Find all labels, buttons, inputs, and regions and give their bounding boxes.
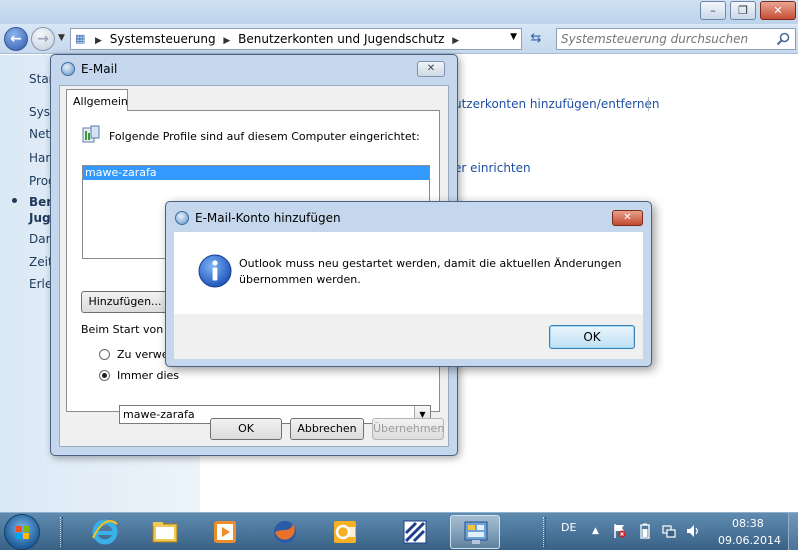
volume-icon[interactable] [686, 523, 700, 539]
breadcrumb-separator[interactable]: ▶ [452, 36, 459, 46]
windows-logo-icon [16, 526, 29, 539]
profile-item-selected[interactable]: mawe-zarafa [83, 166, 429, 180]
ok-button[interactable]: OK [549, 325, 635, 349]
profiles-icon [82, 125, 100, 143]
forward-button[interactable]: → [31, 27, 55, 51]
control-panel-icon[interactable] [450, 515, 500, 549]
back-button[interactable]: ← [4, 27, 28, 51]
tab-allgemein[interactable]: Allgemein [66, 89, 128, 111]
radio-always-use[interactable] [99, 370, 110, 381]
recent-pages-dropdown[interactable]: ▼ [58, 33, 65, 43]
clock-time[interactable]: 08:38 [732, 517, 764, 530]
search-box[interactable] [556, 28, 796, 50]
breadcrumb: ▶ Systemsteuerung ▶ Benutzerkonten und J… [95, 32, 463, 46]
network-icon[interactable] [662, 523, 676, 539]
language-indicator[interactable]: DE [561, 521, 576, 534]
address-dropdown-icon[interactable]: ▼ [510, 32, 517, 42]
apply-button[interactable]: Übernehmen [372, 418, 444, 440]
email-dialog-titlebar[interactable]: E-Mail ✕ [51, 55, 457, 83]
windows-explorer-icon[interactable] [140, 515, 190, 549]
address-bar[interactable]: ▦ ▶ Systemsteuerung ▶ Benutzerkonten und… [70, 28, 522, 50]
mail-settings-icon [175, 211, 189, 225]
zarafa-icon[interactable] [390, 515, 440, 549]
breadcrumb-separator[interactable]: ▶ [95, 36, 102, 46]
start-button[interactable] [4, 514, 40, 550]
active-bullet [12, 198, 17, 203]
radio-always-label: Immer dies [117, 369, 179, 382]
info-icon [198, 254, 232, 288]
show-desktop-button[interactable] [788, 513, 798, 550]
message-text-line2: übernommen werden. [239, 273, 361, 286]
radio-selected-dot [102, 373, 107, 378]
breadcrumb-systemsteuerung[interactable]: Systemsteuerung [110, 32, 216, 46]
internet-explorer-icon[interactable] [80, 515, 130, 549]
outlook-icon[interactable] [320, 515, 370, 549]
mail-settings-icon [61, 62, 75, 76]
task-link-add-remove-accounts[interactable]: utzerkonten hinzufügen/entfernen [454, 97, 659, 111]
navigation-bar: ← → ▼ ▦ ▶ Systemsteuerung ▶ Benutzerkont… [0, 24, 798, 54]
cancel-button[interactable]: Abbrechen [290, 418, 364, 440]
firefox-icon[interactable] [260, 515, 310, 549]
message-box-footer: OK [174, 314, 643, 359]
profiles-label: Folgende Profile sind auf diesem Compute… [109, 130, 420, 143]
action-center-icon[interactable] [612, 523, 626, 539]
radio-prompt-profile[interactable] [99, 349, 110, 360]
control-panel-icon: ▦ [75, 32, 86, 45]
refresh-icon[interactable]: ⇆ [526, 29, 546, 49]
add-profile-button[interactable]: Hinzufügen... [81, 291, 169, 313]
window-titlebar: – ❐ ✕ [0, 0, 798, 24]
message-box-title: E-Mail-Konto hinzufügen [195, 211, 341, 225]
minimize-button[interactable]: – [700, 1, 726, 20]
ok-button[interactable]: OK [210, 418, 282, 440]
close-button[interactable]: ✕ [760, 1, 796, 20]
media-player-icon[interactable] [200, 515, 250, 549]
email-dialog-close-button[interactable]: ✕ [417, 61, 445, 77]
search-icon[interactable] [775, 31, 791, 47]
clock-date[interactable]: 09.06.2014 [718, 534, 781, 547]
task-link-setup[interactable]: er einrichten [454, 161, 531, 175]
search-input[interactable] [561, 31, 771, 47]
link-divider [648, 97, 649, 111]
maximize-button[interactable]: ❐ [730, 1, 756, 20]
breadcrumb-separator[interactable]: ▶ [223, 36, 230, 46]
taskbar-grip[interactable] [60, 517, 63, 547]
message-text-line1: Outlook muss neu gestartet werden, damit… [239, 257, 622, 270]
message-box: E-Mail-Konto hinzufügen ✕ Outlook muss n… [165, 201, 652, 367]
message-box-close-button[interactable]: ✕ [612, 210, 643, 226]
taskbar-grip[interactable] [543, 517, 546, 547]
breadcrumb-benutzerkonten[interactable]: Benutzerkonten und Jugendschutz [238, 32, 444, 46]
profile-select-value: mawe-zarafa [123, 408, 195, 421]
email-dialog-title: E-Mail [81, 62, 118, 76]
taskbar: DE ▲ 08:38 09.06.2014 [0, 512, 798, 550]
show-hidden-icons-icon[interactable]: ▲ [592, 526, 599, 536]
battery-icon[interactable] [638, 523, 652, 539]
message-box-body: Outlook muss neu gestartet werden, damit… [174, 232, 643, 314]
